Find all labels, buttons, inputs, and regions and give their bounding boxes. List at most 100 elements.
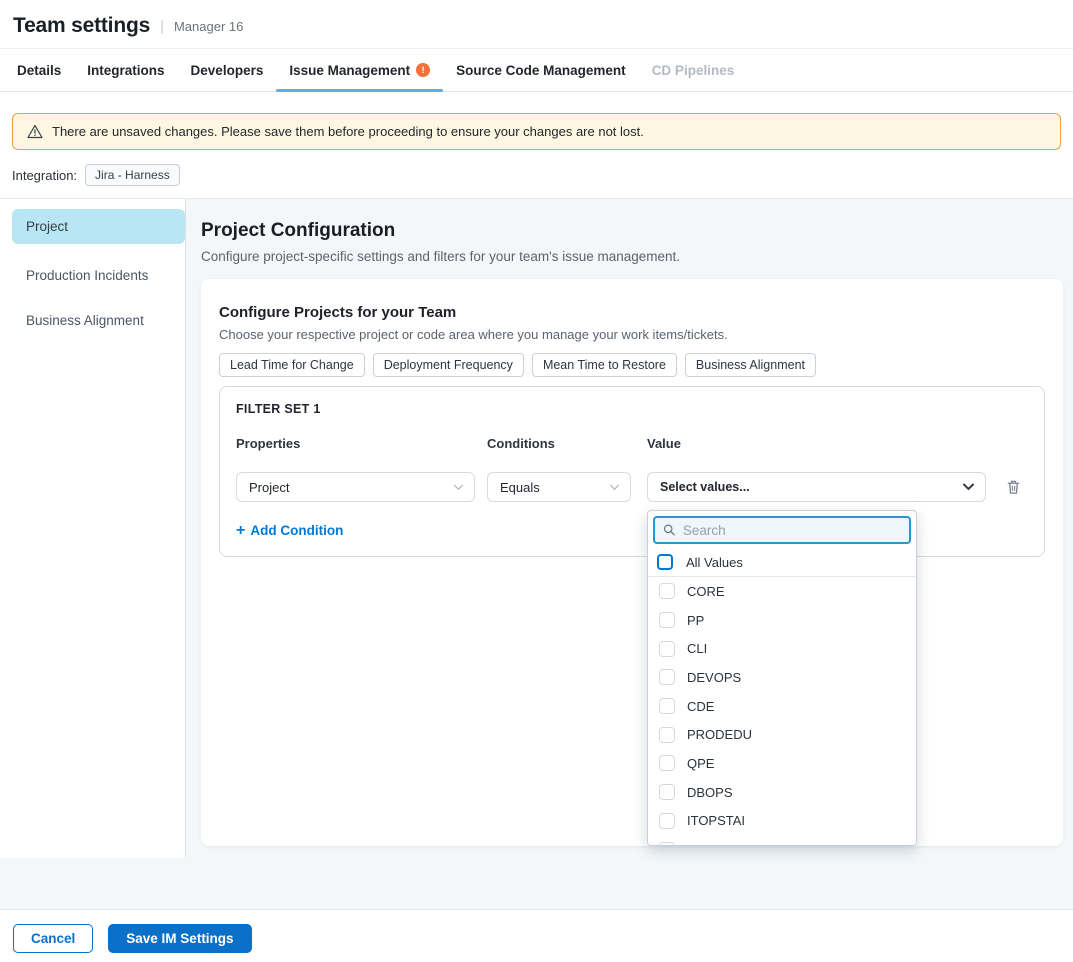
value-dropdown-panel: All Values CORE PP: [647, 510, 917, 846]
tab-developers[interactable]: Developers: [178, 49, 277, 91]
chevron-down-icon: [453, 484, 464, 491]
value-column-label: Value: [647, 436, 986, 451]
option-label: PIPE: [687, 842, 717, 846]
option-checkbox[interactable]: [659, 583, 675, 599]
search-input[interactable]: [683, 523, 901, 538]
tag-mean-time-to-restore: Mean Time to Restore: [532, 353, 677, 377]
plus-icon: +: [236, 524, 245, 537]
search-icon: [663, 523, 676, 537]
tab-issue-management-label: Issue Management: [289, 63, 410, 78]
warning-triangle-icon: [27, 124, 43, 139]
tab-developers-label: Developers: [191, 63, 264, 78]
property-select[interactable]: Project: [236, 472, 475, 502]
option-checkbox[interactable]: [659, 641, 675, 657]
option-checkbox[interactable]: [659, 813, 675, 829]
integration-label: Integration:: [12, 168, 77, 183]
tab-integrations[interactable]: Integrations: [74, 49, 177, 91]
footer-actions: Cancel Save IM Settings: [0, 909, 1073, 962]
chevron-down-icon: [609, 484, 620, 491]
delete-condition-button[interactable]: [1004, 477, 1023, 497]
add-condition-label: Add Condition: [250, 523, 343, 538]
option-label: ITOPSTAI: [687, 813, 745, 828]
option-prodedu[interactable]: PRODEDU: [648, 720, 916, 749]
dropdown-search: [653, 516, 911, 544]
bottom-spacer: [0, 858, 1073, 909]
all-values-label: All Values: [686, 555, 743, 570]
option-label: CLI: [687, 641, 707, 656]
tab-integrations-label: Integrations: [87, 63, 164, 78]
option-qpe[interactable]: QPE: [648, 749, 916, 778]
unsaved-changes-banner: There are unsaved changes. Please save t…: [12, 113, 1061, 150]
project-configuration-panel: Project Configuration Configure project-…: [186, 199, 1073, 858]
option-pipe[interactable]: PIPE: [648, 835, 916, 846]
integration-chip-jira-harness[interactable]: Jira - Harness: [85, 164, 180, 186]
settings-tabbar: Details Integrations Developers Issue Ma…: [0, 49, 1073, 92]
option-checkbox[interactable]: [659, 784, 675, 800]
value-select[interactable]: Select values...: [647, 472, 986, 502]
sidebar-item-project[interactable]: Project: [12, 209, 185, 244]
tag-deployment-frequency: Deployment Frequency: [373, 353, 524, 377]
conditions-column-label: Conditions: [487, 436, 631, 451]
page-header: Team settings | Manager 16: [0, 0, 1073, 49]
option-cli[interactable]: CLI: [648, 634, 916, 663]
option-cde[interactable]: CDE: [648, 692, 916, 721]
option-checkbox[interactable]: [659, 698, 675, 714]
cancel-button[interactable]: Cancel: [13, 924, 93, 953]
section-subtitle: Configure project-specific settings and …: [201, 249, 1063, 264]
tab-source-code-management[interactable]: Source Code Management: [443, 49, 639, 91]
filter-set-1: FILTER SET 1 Properties Conditions Value…: [219, 386, 1045, 557]
option-checkbox[interactable]: [659, 842, 675, 846]
add-condition-button[interactable]: + Add Condition: [236, 523, 343, 538]
value-select-placeholder: Select values...: [660, 480, 750, 494]
trash-icon: [1006, 479, 1021, 495]
tab-issue-management[interactable]: Issue Management !: [276, 49, 443, 91]
tab-cd-pipelines-label: CD Pipelines: [652, 63, 735, 78]
select-all-option[interactable]: All Values: [648, 548, 916, 577]
filter-column-headers: Properties Conditions Value: [236, 436, 1028, 451]
tab-cd-pipelines[interactable]: CD Pipelines: [639, 49, 748, 91]
save-im-settings-button[interactable]: Save IM Settings: [108, 924, 251, 953]
condition-select-value: Equals: [500, 480, 540, 495]
option-pp[interactable]: PP: [648, 606, 916, 635]
page-title: Team settings: [13, 14, 150, 38]
sidebar-item-business-alignment[interactable]: Business Alignment: [0, 313, 185, 328]
option-checkbox[interactable]: [659, 612, 675, 628]
option-label: PRODEDU: [687, 727, 752, 742]
filter-condition-row: Project Equals Select values...: [236, 472, 1028, 502]
metric-tags: Lead Time for Change Deployment Frequenc…: [219, 353, 1045, 377]
integration-row: Integration: Jira - Harness: [0, 150, 1073, 198]
issue-management-body: Project Production Incidents Business Al…: [0, 199, 1073, 858]
card-subtitle: Choose your respective project or code a…: [219, 327, 1045, 342]
filter-set-title: FILTER SET 1: [236, 402, 1028, 416]
property-select-value: Project: [249, 480, 289, 495]
dropdown-options-list: CORE PP CLI: [648, 577, 916, 846]
option-checkbox[interactable]: [659, 755, 675, 771]
title-separator: |: [160, 18, 164, 35]
option-label: CDE: [687, 699, 714, 714]
all-values-checkbox[interactable]: [657, 554, 673, 570]
banner-text: There are unsaved changes. Please save t…: [52, 124, 644, 139]
sidebar-item-production-incidents[interactable]: Production Incidents: [0, 268, 185, 283]
section-title: Project Configuration: [201, 220, 1063, 242]
option-label: DBOPS: [687, 785, 733, 800]
tab-details[interactable]: Details: [4, 49, 74, 91]
team-name-label: Manager 16: [174, 19, 243, 34]
tag-lead-time-for-change: Lead Time for Change: [219, 353, 365, 377]
card-title: Configure Projects for your Team: [219, 304, 1045, 321]
option-checkbox[interactable]: [659, 727, 675, 743]
option-itopstai[interactable]: ITOPSTAI: [648, 807, 916, 836]
chevron-down-icon: [962, 483, 975, 491]
option-core[interactable]: CORE: [648, 577, 916, 606]
properties-column-label: Properties: [236, 436, 475, 451]
unsaved-alert-badge: !: [416, 63, 430, 77]
option-label: DEVOPS: [687, 670, 741, 685]
option-devops[interactable]: DEVOPS: [648, 663, 916, 692]
tab-source-code-management-label: Source Code Management: [456, 63, 626, 78]
config-sidebar: Project Production Incidents Business Al…: [0, 199, 186, 858]
tab-details-label: Details: [17, 63, 61, 78]
option-dbops[interactable]: DBOPS: [648, 778, 916, 807]
tag-business-alignment: Business Alignment: [685, 353, 816, 377]
condition-select[interactable]: Equals: [487, 472, 631, 502]
configure-projects-card: Configure Projects for your Team Choose …: [201, 279, 1063, 846]
option-checkbox[interactable]: [659, 669, 675, 685]
